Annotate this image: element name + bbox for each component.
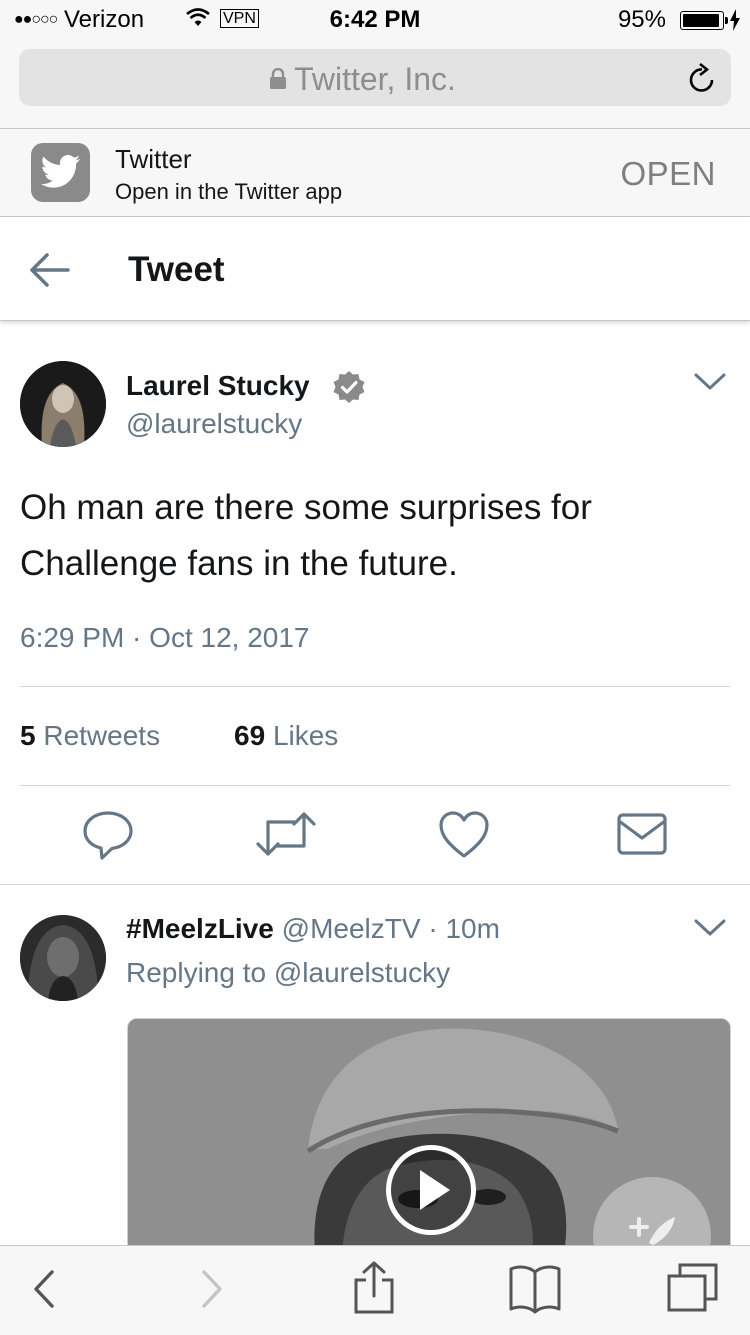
retweets-stat[interactable]: 5 Retweets [20, 720, 160, 752]
page-header: Tweet [0, 217, 750, 321]
forward-icon[interactable] [198, 1264, 228, 1319]
browser-address-area: Twitter, Inc. [0, 42, 750, 129]
banner-app-name: Twitter [115, 144, 192, 174]
divider [20, 686, 730, 687]
author-avatar[interactable] [20, 361, 106, 447]
back-icon[interactable] [28, 1264, 58, 1319]
address-bar[interactable]: Twitter, Inc. [19, 49, 731, 106]
battery-percent: 95% [617, 6, 666, 33]
share-icon[interactable] [352, 1260, 396, 1321]
replying-to[interactable]: Replying to @laurelstucky [126, 957, 450, 989]
reply-author-avatar[interactable] [20, 915, 106, 1001]
separator-dot: · [428, 913, 438, 944]
play-icon[interactable] [386, 1145, 476, 1235]
chevron-down-icon[interactable] [694, 372, 726, 397]
charging-icon [730, 9, 740, 36]
status-bar: ●●○○○ Verizon VPN 6:42 PM 95% [0, 0, 750, 42]
author-handle[interactable]: @laurelstucky [126, 408, 302, 440]
retweets-label: Retweets [43, 720, 161, 751]
banner-subtitle: Open in the Twitter app [115, 179, 343, 204]
back-arrow-icon[interactable] [28, 250, 70, 295]
header-title: Tweet [128, 250, 225, 289]
tweet-timestamp[interactable]: 6:29 PM · Oct 12, 2017 [20, 622, 310, 654]
battery-icon [680, 11, 728, 30]
reply-icon[interactable] [82, 810, 134, 865]
like-icon[interactable] [438, 810, 490, 865]
divider [20, 785, 730, 786]
retweet-icon[interactable] [256, 810, 316, 863]
verified-badge-icon [332, 370, 366, 409]
author-name[interactable]: Laurel Stucky [126, 370, 310, 402]
reply-author-handle[interactable]: @MeelzTV [282, 913, 421, 944]
reply-author-name[interactable]: #MeelzLive [126, 913, 274, 944]
page-title: Twitter, Inc. [294, 61, 456, 97]
twitter-app-icon[interactable] [31, 143, 90, 202]
likes-stat[interactable]: 69 Likes [234, 720, 338, 752]
tabs-icon[interactable] [666, 1262, 720, 1319]
tweet-text: Oh man are there some surprises for Chal… [20, 488, 592, 583]
likes-label: Likes [272, 720, 339, 751]
retweets-count: 5 [20, 720, 36, 751]
chevron-down-icon[interactable] [694, 918, 726, 943]
likes-count: 69 [234, 720, 266, 751]
browser-toolbar [0, 1245, 750, 1335]
reply-header: #MeelzLive @MeelzTV · 10m [126, 913, 500, 945]
reply-time[interactable]: 10m [445, 913, 499, 944]
open-app-button[interactable]: OPEN [620, 155, 716, 193]
bookmarks-icon[interactable] [508, 1264, 562, 1319]
app-banner: Twitter Open in the Twitter app OPEN [0, 129, 750, 217]
divider [0, 884, 750, 885]
message-icon[interactable] [616, 810, 668, 863]
reload-icon[interactable] [687, 62, 717, 99]
